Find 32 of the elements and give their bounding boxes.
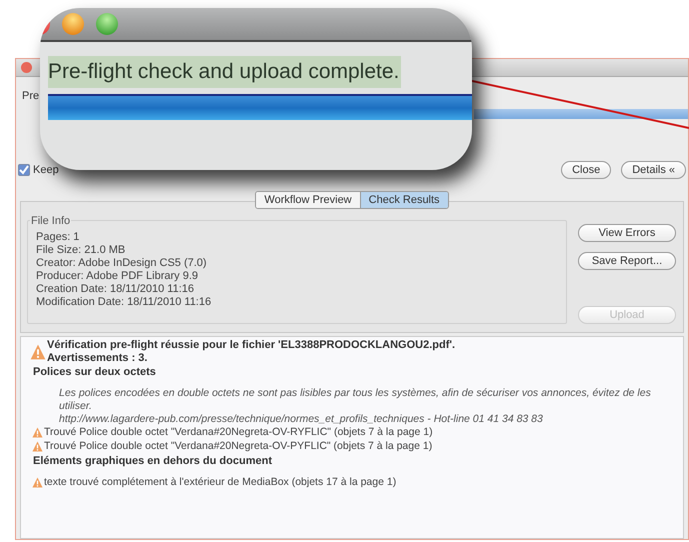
info-text: Producer: Adobe PDF Library 9.9: [36, 270, 198, 283]
button[interactable]: Details «: [621, 161, 686, 179]
info-text: Creator: Adobe InDesign CS5 (7.0): [36, 257, 207, 270]
section-heading: Polices sur deux octets: [33, 366, 156, 379]
note-text: http://www.lagardere-pub.com/presse/technique/normes_et_profils_techniques - Hot-line 01 41 34 83 83: [59, 413, 543, 426]
button[interactable]: Save Report...: [578, 252, 676, 270]
warning-text: Trouvé Police double octet "Verdana#20Negreta-OV-RYFLIC" (objets 7 à la page 1): [44, 426, 433, 439]
warning-text: Trouvé Police double octet "Verdana#20Negreta-OV-PYFLIC" (objets 7 à la page 1): [44, 440, 432, 453]
info-text: Creation Date: 18/11/2010 11:16: [36, 283, 194, 296]
minimize-light-icon[interactable]: [62, 13, 84, 35]
checkbox-label: Keep: [33, 162, 59, 178]
status-text: Pre: [22, 90, 40, 102]
button[interactable]: Close: [561, 161, 612, 179]
warning-icon: [32, 441, 43, 452]
note-text: Les polices encodées en double octets ne sont pas lisibles par tous les systèmes, afin de sécuriser vos annonces, évitez de les utiliser.: [59, 387, 652, 413]
warning-icon: [32, 477, 43, 488]
warning-icon: [30, 344, 46, 360]
zoom-light-icon[interactable]: [96, 13, 118, 35]
status-text: Pre-flight check and upload complete.: [48, 56, 402, 88]
checkbox[interactable]: [18, 164, 30, 176]
warning-icon: [32, 427, 43, 438]
section-heading: Eléments graphiques en dehors du document: [33, 455, 272, 468]
log-text: Vérification pre-flight réussie pour le fichier 'EL3388PRODOCKLANGOU2.pdf'.: [47, 339, 456, 352]
info-text: Modification Date: 18/11/2010 11:16: [36, 296, 212, 309]
warning-text: texte trouvé complétement à l'extérieur de MediaBox (objets 17 à la page 1): [44, 476, 396, 489]
info-text: File Size: 21.0 MB: [36, 244, 126, 257]
button[interactable]: View Errors: [578, 224, 676, 242]
info-text: Pages: 1: [36, 231, 80, 244]
log-text: Avertissements : 3.: [47, 352, 148, 365]
tab[interactable]: Check Results: [360, 192, 448, 208]
tab[interactable]: Workflow Preview: [256, 192, 360, 208]
close-light-icon[interactable]: [21, 62, 32, 73]
